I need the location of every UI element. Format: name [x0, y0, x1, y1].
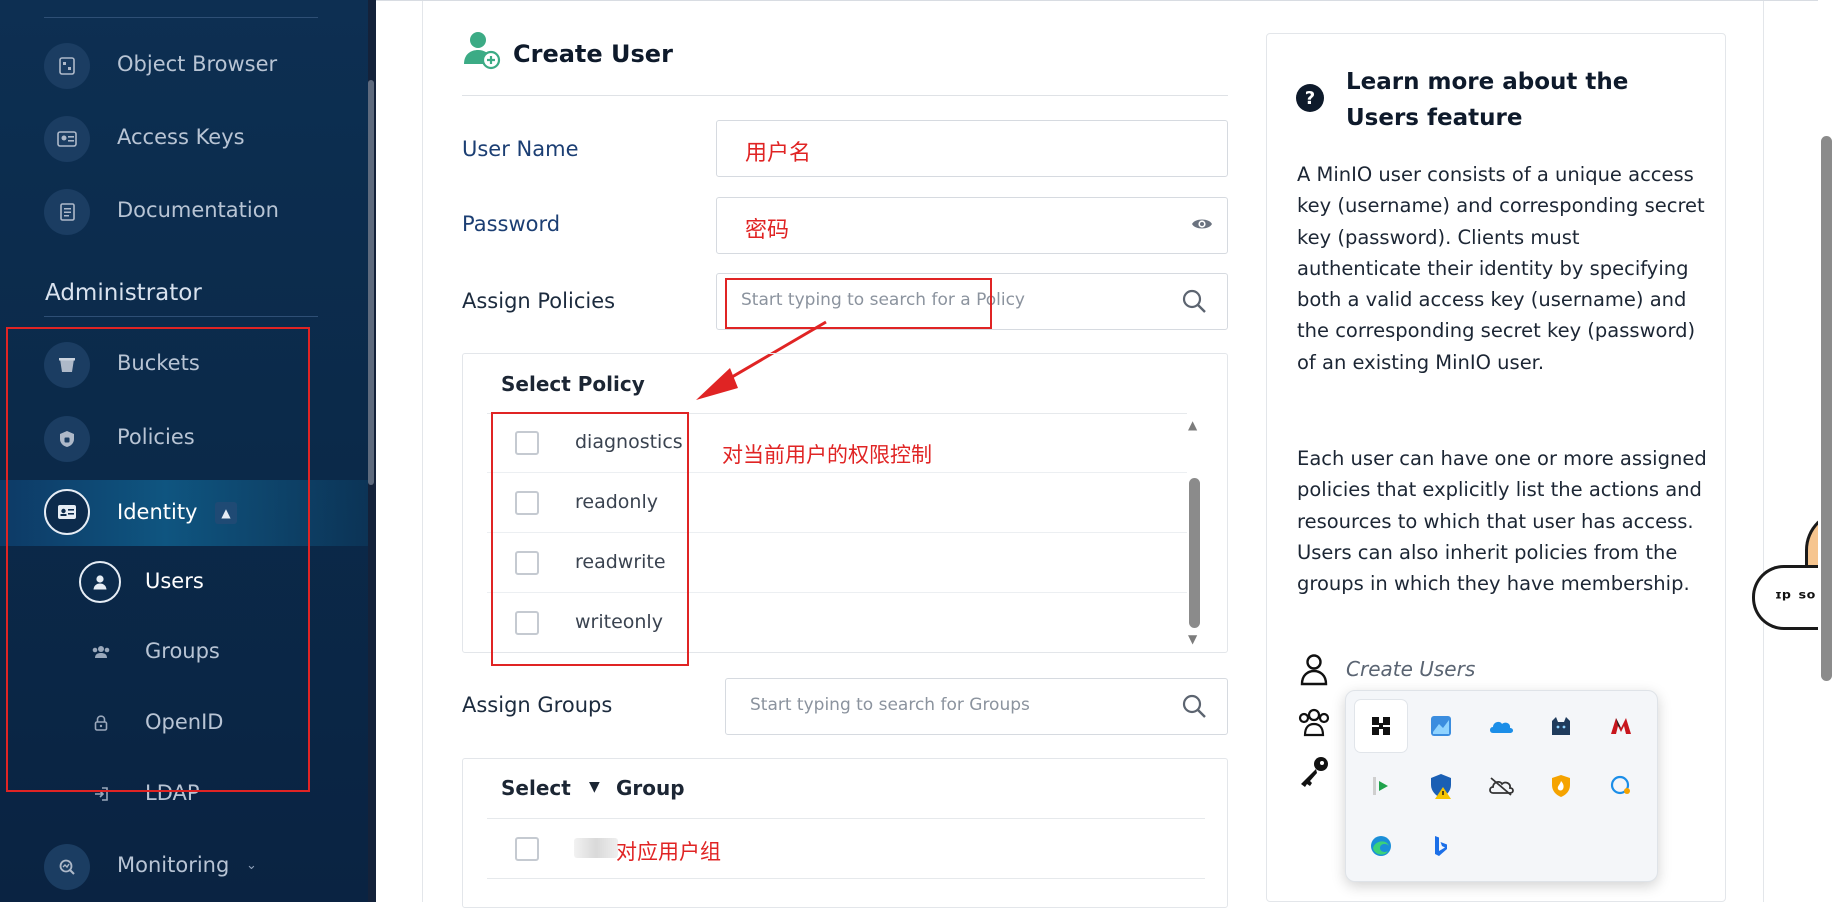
page-title: Create User — [513, 40, 673, 68]
bing-icon[interactable] — [1415, 820, 1467, 872]
group-table-header-select: Select — [501, 776, 571, 800]
group-select-panel — [462, 758, 1228, 908]
tray-app-dark-icon[interactable] — [1355, 700, 1407, 752]
key-icon — [1301, 757, 1328, 787]
sidebar-item-monitoring[interactable]: Monitoring — [0, 838, 368, 896]
assign-groups-label: Assign Groups — [462, 693, 613, 717]
tray-photo-icon[interactable] — [1415, 700, 1467, 752]
divider — [487, 878, 1205, 879]
user-outline-icon — [1300, 654, 1328, 686]
help-icon: ? — [1296, 84, 1324, 112]
sidebar-section-title: Administrator — [45, 280, 202, 306]
add-user-icon — [464, 32, 501, 70]
top-border — [376, 0, 1835, 1]
sidebar-item-access-keys[interactable]: Access Keys — [0, 110, 368, 168]
user-name-value: 用户名 — [745, 141, 812, 166]
sidebar-scroll-thumb[interactable] — [368, 80, 374, 485]
scroll-up-icon[interactable]: ▲ — [1188, 418, 1197, 432]
group-outline-icon — [1298, 708, 1330, 737]
sidebar-item-label: Object Browser — [117, 52, 278, 76]
sidebar-item-label: Documentation — [117, 198, 279, 222]
sort-caret-icon[interactable]: ▼ — [589, 779, 600, 795]
access-keys-icon — [44, 116, 90, 162]
search-icon[interactable] — [1181, 693, 1207, 719]
password-input[interactable]: 密码 — [716, 197, 1228, 254]
m-app-icon[interactable] — [1595, 700, 1647, 752]
sidebar-item-object-browser[interactable]: Object Browser — [0, 37, 368, 95]
help-paragraph: Each user can have one or more assigned … — [1297, 447, 1707, 596]
sidebar-divider — [44, 316, 318, 317]
eye-icon[interactable] — [1191, 216, 1213, 232]
fire-shield-icon[interactable] — [1535, 760, 1587, 812]
security-warning-icon[interactable] — [1415, 760, 1467, 812]
scroll-down-icon[interactable]: ▼ — [1188, 632, 1197, 646]
sidebar-item-documentation[interactable]: Documentation — [0, 183, 368, 241]
password-label: Password — [462, 212, 561, 236]
annotation-group-note: 对应用户组 — [616, 840, 721, 864]
chevron-down-icon[interactable]: ⌄ — [246, 858, 257, 873]
group-table-header-group[interactable]: Group — [616, 776, 685, 800]
sticker-glyph: ᶦᵖ ˢᵒ — [1775, 586, 1816, 610]
annotation-policy-note: 对当前用户的权限控制 — [722, 443, 932, 467]
policy-list-scroll-thumb[interactable] — [1189, 478, 1200, 628]
divider — [462, 95, 1228, 96]
redacted-group-name — [574, 838, 618, 858]
help-title: Learn more about the Users feature — [1346, 69, 1629, 131]
help-paragraph: A MinIO user consists of a unique access… — [1297, 163, 1705, 374]
sidebar-item-label: Access Keys — [117, 125, 245, 149]
sidebar-divider — [44, 17, 318, 18]
edge-icon[interactable] — [1355, 820, 1407, 872]
cloud-off-icon[interactable] — [1475, 760, 1527, 812]
system-tray-overflow — [1345, 690, 1658, 882]
group-search-input[interactable]: Start typing to search for Groups — [725, 678, 1228, 735]
user-name-input[interactable]: 用户名 — [716, 120, 1228, 177]
divider — [487, 818, 1205, 819]
group-search-placeholder: Start typing to search for Groups — [750, 695, 1030, 715]
chat-bubble-icon[interactable] — [1595, 760, 1647, 812]
cat-app-icon[interactable] — [1535, 700, 1587, 752]
monitoring-icon — [44, 844, 90, 890]
search-icon[interactable] — [1181, 288, 1207, 314]
sidebar-item-label: Monitoring — [117, 853, 230, 877]
annotation-box-admin-nav — [6, 327, 310, 792]
annotation-box-policy-list — [491, 412, 689, 666]
object-browser-icon — [44, 43, 90, 89]
help-link-create-users[interactable]: Create Users — [1346, 657, 1475, 681]
play-icon[interactable] — [1355, 760, 1407, 812]
user-name-label: User Name — [462, 137, 579, 161]
onedrive-icon[interactable] — [1475, 700, 1527, 752]
password-value: 密码 — [745, 218, 790, 243]
policy-table-header: Select Policy — [501, 372, 645, 396]
group-checkbox[interactable] — [515, 837, 539, 861]
assign-policies-label: Assign Policies — [462, 289, 616, 313]
page-scroll-thumb[interactable] — [1821, 136, 1832, 681]
documentation-icon — [44, 189, 90, 235]
